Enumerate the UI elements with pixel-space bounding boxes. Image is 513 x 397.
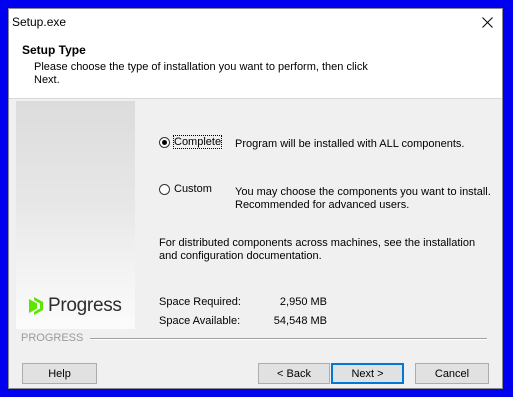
help-button[interactable]: Help (22, 363, 97, 384)
footer-divider (90, 338, 487, 340)
info-text: For distributed components across machin… (159, 237, 476, 262)
footer-brand: PROGRESS (21, 332, 84, 344)
page-title: Setup Type (22, 43, 86, 57)
progress-logo: Progress (28, 295, 122, 317)
logo-text: Progress (48, 295, 122, 316)
window-title: Setup.exe (12, 15, 67, 29)
custom-description: You may choose the components you want t… (235, 186, 491, 211)
cancel-button[interactable]: Cancel (415, 363, 489, 384)
space-required-value: 2,950 MB (279, 296, 327, 308)
complete-label[interactable]: Complete (172, 135, 223, 149)
page-description: Please choose the type of installation y… (34, 61, 368, 86)
custom-option[interactable]: Custom (159, 183, 212, 195)
setup-window: Setup.exe Setup Type Please choose the t… (8, 8, 503, 389)
back-button[interactable]: < Back (258, 363, 330, 384)
header-panel: Setup Type Please choose the type of ins… (9, 36, 502, 99)
custom-radio[interactable] (159, 183, 170, 195)
next-button[interactable]: Next > (331, 363, 404, 384)
close-icon (481, 17, 493, 28)
space-available-value: 54,548 MB (273, 315, 327, 327)
close-button[interactable] (472, 9, 502, 36)
complete-description: Program will be installed with ALL compo… (235, 138, 465, 150)
space-required-label: Space Required: (159, 296, 241, 308)
side-banner: Progress (16, 101, 135, 329)
custom-label[interactable]: Custom (174, 183, 212, 195)
progress-logo-icon (29, 297, 43, 315)
space-available-label: Space Available: (159, 315, 241, 327)
complete-radio[interactable] (159, 136, 170, 148)
title-bar[interactable]: Setup.exe (9, 9, 502, 36)
complete-option[interactable]: Complete (159, 135, 223, 149)
